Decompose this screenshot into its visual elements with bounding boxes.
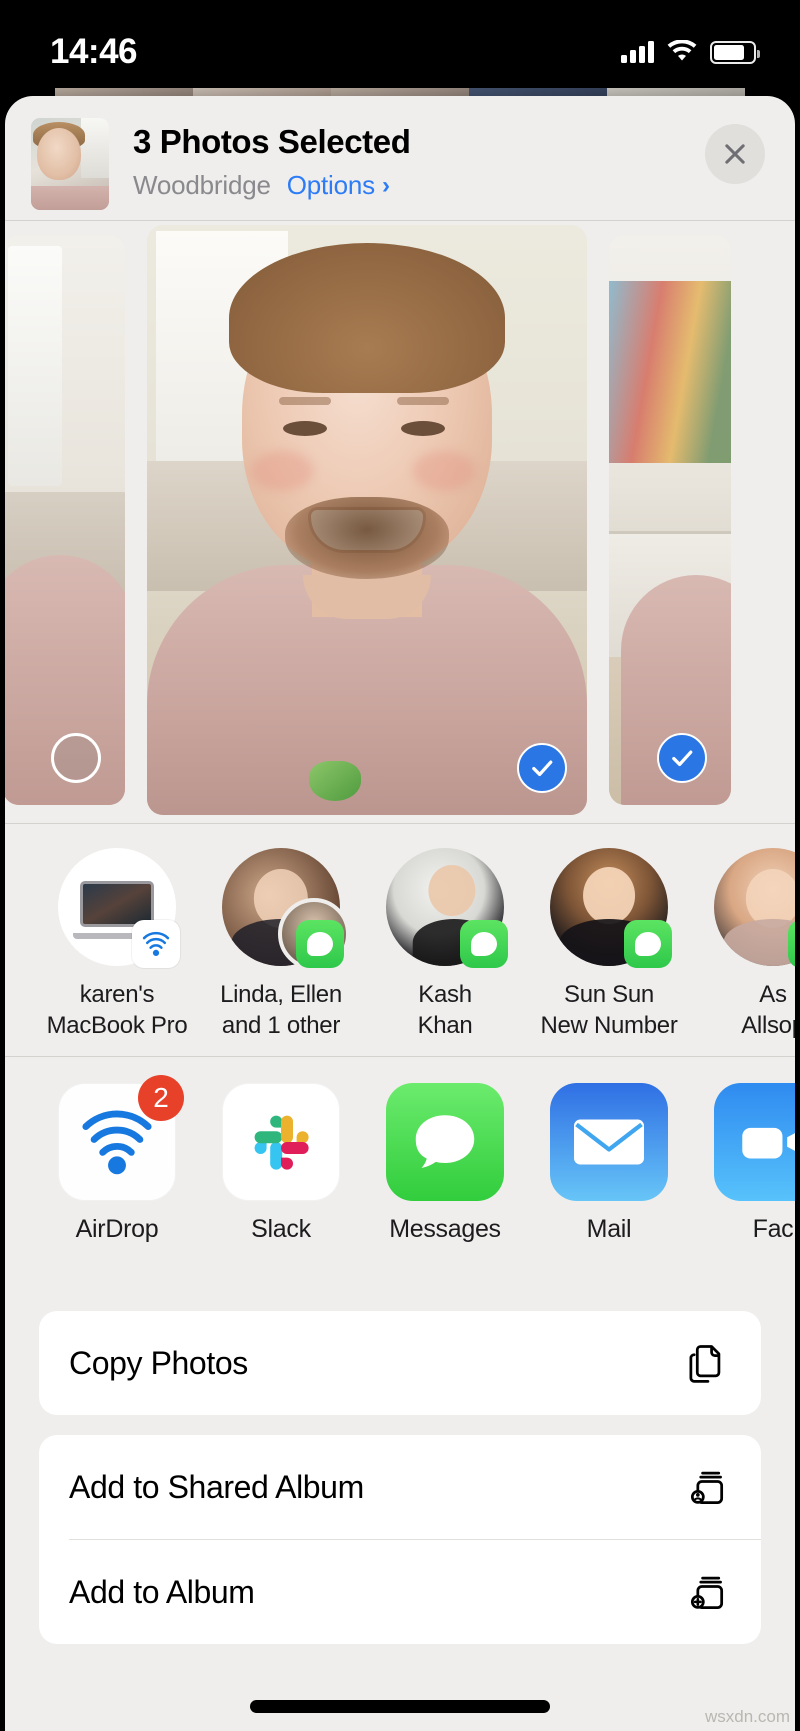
app-item-facetime[interactable]: Fac [691,1083,795,1244]
photo-carousel[interactable] [5,221,795,823]
carousel-photo-center[interactable] [147,225,587,815]
airdrop-badge-count: 2 [138,1075,184,1121]
contact-label: As Allsop [741,981,795,1039]
contact-label: karen's MacBook Pro [46,981,188,1039]
app-label: Mail [586,1215,632,1243]
photo-select-circle[interactable] [51,733,101,783]
selected-photo-thumbnail [31,118,109,210]
facetime-icon [714,1083,795,1201]
contact-item-kash-khan[interactable]: Kash Khan [363,848,527,1041]
share-sheet-header-text: 3 Photos Selected Woodbridge Options › [133,118,771,201]
action-label: Add to Shared Album [69,1468,364,1505]
action-row-copy-photos[interactable]: Copy Photos [39,1311,761,1415]
app-label: Fac [752,1215,794,1243]
app-label: Slack [251,1215,311,1243]
share-subject-label: Woodbridge [133,170,271,201]
contact-item-group[interactable]: Linda, Ellen and 1 other [199,848,363,1041]
share-sheet: 3 Photos Selected Woodbridge Options › k… [5,96,795,1731]
close-button[interactable] [705,124,765,184]
app-item-airdrop[interactable]: 2 AirDrop [35,1075,199,1244]
mail-icon [550,1083,668,1201]
messages-icon [386,1083,504,1201]
contact-label: Sun Sun New Number [540,981,678,1039]
add-to-album-icon [683,1568,731,1616]
wifi-icon [667,40,697,61]
contacts-row[interactable]: karen's MacBook Pro Linda, Ellen and 1 o… [5,824,795,1056]
watermark: wsxdn.com [704,1707,790,1726]
app-item-slack[interactable]: Slack [199,1083,363,1244]
app-label: Messages [389,1215,501,1243]
copy-documents-icon [683,1339,731,1387]
apps-row[interactable]: 2 AirDrop Slack Messages Mail Fac [5,1057,795,1281]
status-bar-indicators [621,40,760,64]
contact-item-allsop[interactable]: As Allsop [691,848,795,1041]
cellular-bars-icon [621,41,654,63]
airdrop-badge-icon [132,920,180,968]
action-card-copy: Copy Photos [39,1311,761,1415]
options-button[interactable]: Options › [287,170,390,201]
action-label: Copy Photos [69,1344,248,1381]
carousel-photo-right[interactable] [609,235,731,805]
checkmark-circle-icon [532,760,553,777]
action-label: Add to Album [69,1573,255,1610]
options-label: Options [286,170,375,201]
messages-badge-icon [624,920,672,968]
contact-avatar [714,848,795,966]
close-icon [725,144,745,164]
action-row-add-to-album[interactable]: Add to Album [39,1540,761,1644]
share-sheet-subtitle: Woodbridge Options › [133,170,771,201]
action-card-albums: Add to Shared Album Add to Album [39,1435,761,1644]
contact-item-sun-sun[interactable]: Sun Sun New Number [527,848,691,1041]
actions-list: Copy Photos Add to Shared Album Add to A… [5,1281,795,1644]
carousel-photo-left[interactable] [5,235,125,805]
messages-badge-icon [296,920,344,968]
photo-selected-checkmark[interactable] [517,743,567,793]
shared-album-icon [683,1463,731,1511]
page-title: 3 Photos Selected [133,123,411,160]
iphone-screen: 14:46 3 Photos Selected Woodbridge Optio… [0,0,800,1731]
contact-item-airdrop-device[interactable]: karen's MacBook Pro [35,848,199,1041]
app-label: AirDrop [75,1215,159,1243]
app-item-mail[interactable]: Mail [527,1083,691,1244]
status-bar: 14:46 [0,0,800,88]
app-item-messages[interactable]: Messages [363,1083,527,1244]
share-sheet-header: 3 Photos Selected Woodbridge Options › [5,96,795,220]
messages-badge-icon [460,920,508,968]
photo-selected-checkmark[interactable] [657,733,707,783]
battery-icon [710,40,760,64]
chevron-right-icon: › [381,171,390,199]
contact-label: Linda, Ellen and 1 other [220,981,342,1039]
home-indicator[interactable] [250,1700,550,1713]
status-bar-clock: 14:46 [50,32,138,71]
action-row-add-to-shared-album[interactable]: Add to Shared Album [39,1435,761,1539]
slack-icon [222,1083,340,1201]
contact-label: Kash Khan [417,981,473,1039]
messages-badge-icon [788,920,795,968]
checkmark-circle-icon [672,750,693,767]
